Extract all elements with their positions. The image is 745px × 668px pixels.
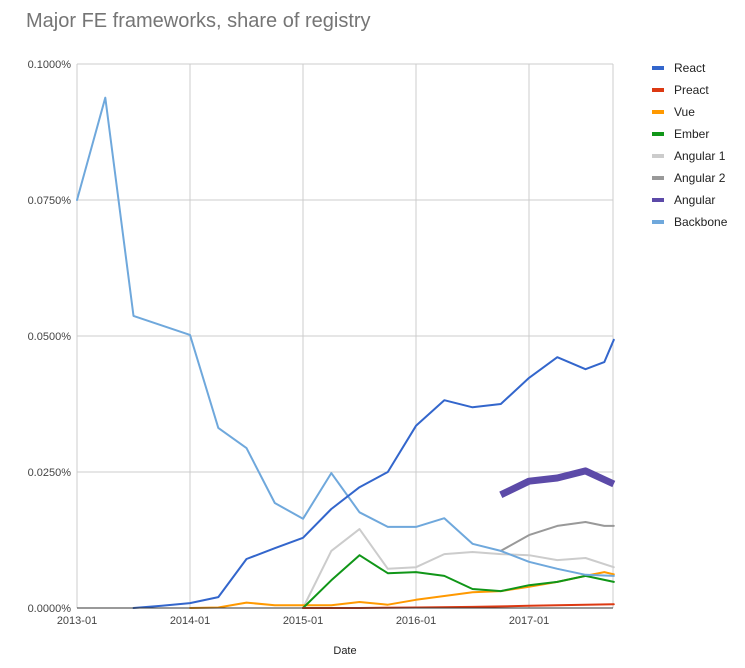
legend-item-backbone[interactable]: Backbone <box>652 211 727 233</box>
y-tick-label: 0.0250% <box>28 467 72 479</box>
x-axis-title: Date <box>333 645 356 657</box>
legend-swatch <box>652 198 664 202</box>
y-tick-label: 0.0750% <box>28 195 72 207</box>
legend-item-angular-1[interactable]: Angular 1 <box>652 145 727 167</box>
legend-item-angular[interactable]: Angular <box>652 189 727 211</box>
legend-item-ember[interactable]: Ember <box>652 123 727 145</box>
legend-swatch <box>652 110 664 114</box>
legend-label: Angular <box>674 193 716 207</box>
legend-label: Angular 1 <box>674 149 726 163</box>
y-tick-label: 0.1000% <box>28 59 72 71</box>
legend-label: Backbone <box>674 215 728 229</box>
legend-item-vue[interactable]: Vue <box>652 101 727 123</box>
legend-swatch <box>652 220 664 224</box>
legend-label: Vue <box>674 105 695 119</box>
series-line-preact[interactable] <box>302 603 615 609</box>
x-tick-label: 2016-01 <box>396 615 436 627</box>
y-tick-label: 0.0500% <box>28 331 72 343</box>
legend-item-react[interactable]: React <box>652 57 727 79</box>
legend: React Preact Vue Ember Angular 1 Angular 2 Ang… <box>652 57 727 233</box>
legend-item-preact[interactable]: Preact <box>652 79 727 101</box>
x-axis-ticks: 2013-01 2014-01 2015-01 2016-01 2017-01 <box>57 615 549 627</box>
legend-swatch <box>652 176 664 180</box>
x-tick-label: 2015-01 <box>283 615 323 627</box>
series-line-vue[interactable] <box>189 571 615 609</box>
y-axis-ticks: 0.0000% 0.0250% 0.0500% 0.0750% 0.1000% <box>28 59 72 615</box>
x-tick-label: 2017-01 <box>509 615 549 627</box>
series-line-angular-2[interactable] <box>499 521 615 552</box>
series-line-backbone[interactable] <box>76 96 615 577</box>
y-tick-label: 0.0000% <box>28 603 72 615</box>
legend-label: Angular 2 <box>674 171 726 185</box>
x-tick-label: 2013-01 <box>57 615 97 627</box>
legend-label: Preact <box>674 83 709 97</box>
legend-swatch <box>652 132 664 136</box>
series-line-react[interactable] <box>132 338 615 609</box>
gridlines <box>76 63 614 608</box>
series-line-angular-1[interactable] <box>302 528 615 609</box>
legend-item-angular-2[interactable]: Angular 2 <box>652 167 727 189</box>
legend-swatch <box>652 88 664 92</box>
legend-label: Ember <box>674 127 710 141</box>
series-line-ember[interactable] <box>302 554 615 609</box>
series-lines <box>76 96 616 609</box>
series-line-angular[interactable] <box>499 467 616 498</box>
legend-swatch <box>652 154 664 158</box>
x-tick-label: 2014-01 <box>170 615 210 627</box>
legend-label: React <box>674 61 706 75</box>
legend-swatch <box>652 66 664 70</box>
line-chart: 0.0000% 0.0250% 0.0500% 0.0750% 0.1000% 2013… <box>28 59 616 657</box>
